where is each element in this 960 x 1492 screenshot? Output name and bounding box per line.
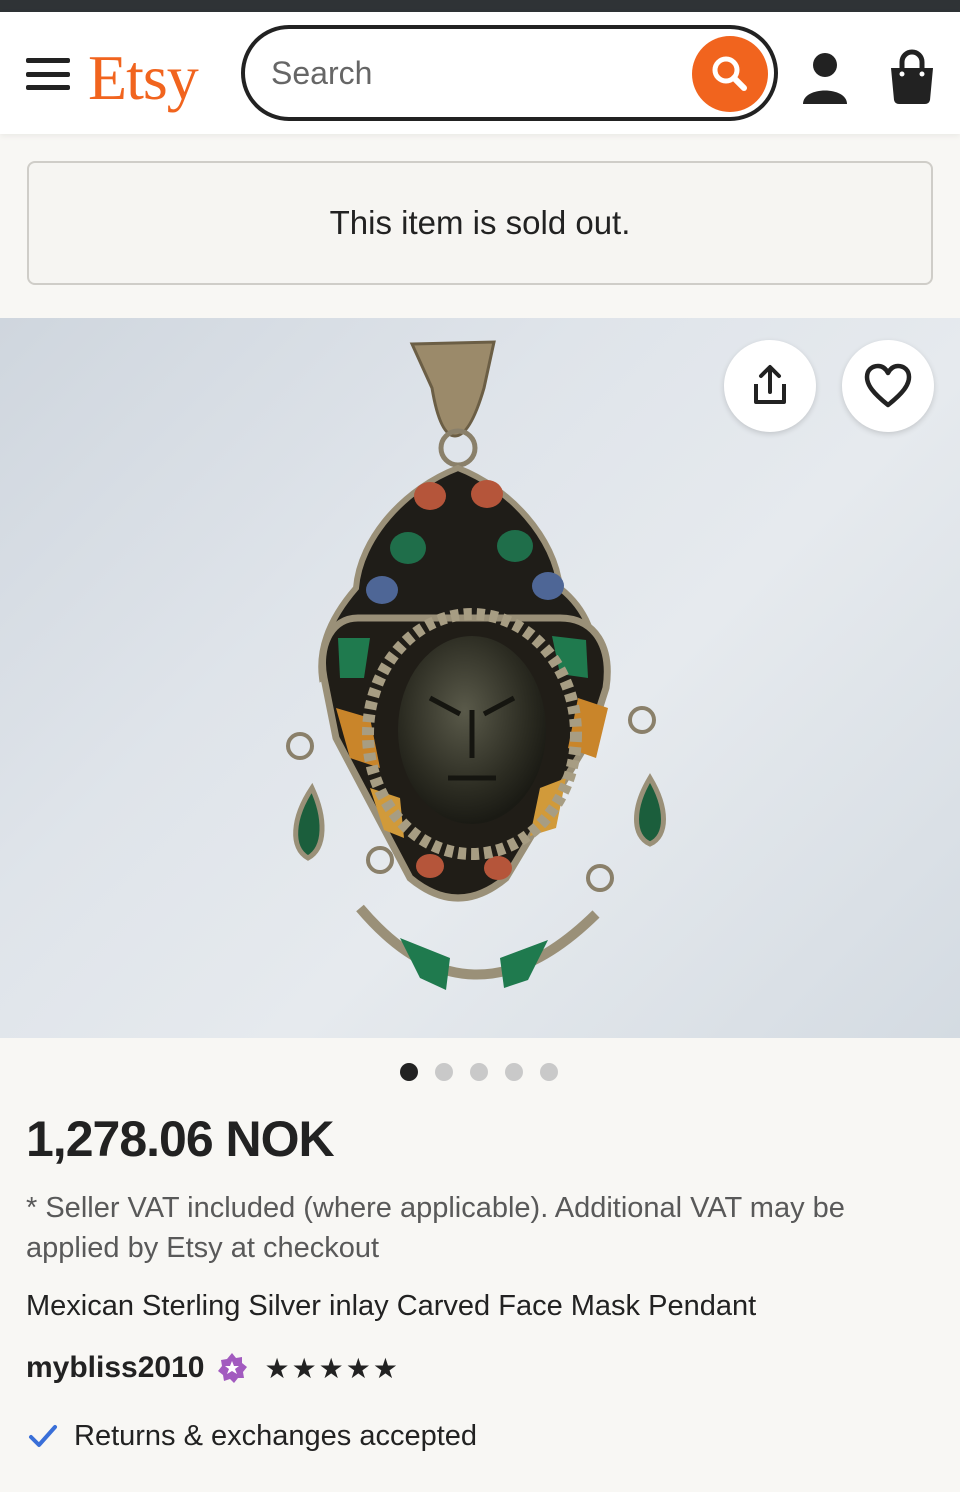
listing-title: Mexican Sterling Silver inlay Carved Fac… xyxy=(26,1290,757,1322)
star-seller-icon xyxy=(218,1353,248,1383)
pendant-product-image xyxy=(286,340,666,990)
search-button[interactable] xyxy=(692,36,768,112)
etsy-logo[interactable]: Etsy xyxy=(88,38,199,118)
gallery-dot-3[interactable] xyxy=(470,1063,488,1081)
seller-row: mybliss2010 ★★★★★ xyxy=(26,1346,400,1390)
heart-icon xyxy=(864,363,912,408)
share-icon xyxy=(754,365,786,404)
sold-out-notice: This item is sold out. xyxy=(27,161,933,285)
top-status-strip xyxy=(0,0,960,12)
gallery-dot-1[interactable] xyxy=(400,1063,418,1081)
product-image-gallery[interactable] xyxy=(0,318,960,1038)
search-bar xyxy=(241,25,778,121)
rating-stars[interactable]: ★★★★★ xyxy=(264,1352,400,1385)
gallery-dot-4[interactable] xyxy=(505,1063,523,1081)
favorite-button[interactable] xyxy=(842,340,934,432)
gallery-dot-5[interactable] xyxy=(540,1063,558,1081)
gallery-dot-2[interactable] xyxy=(435,1063,453,1081)
shopping-bag-icon[interactable] xyxy=(886,48,938,106)
gallery-pagination xyxy=(400,1062,560,1082)
check-icon xyxy=(29,1425,57,1447)
returns-policy-text: Returns & exchanges accepted xyxy=(74,1419,478,1452)
search-input[interactable] xyxy=(271,47,671,99)
search-icon xyxy=(712,56,747,91)
share-button[interactable] xyxy=(724,340,816,432)
menu-icon-bar xyxy=(26,85,70,90)
listing-price: 1,278.06 NOK xyxy=(26,1111,335,1167)
returns-row: Returns & exchanges accepted xyxy=(26,1414,477,1458)
user-icon[interactable] xyxy=(800,50,850,106)
site-header: Etsy xyxy=(0,12,960,134)
seller-name-link[interactable]: mybliss2010 xyxy=(26,1351,204,1385)
menu-icon-bar xyxy=(26,71,70,77)
vat-note: * Seller VAT included (where applicable)… xyxy=(26,1192,845,1264)
menu-button[interactable] xyxy=(24,52,72,96)
menu-icon-bar xyxy=(26,58,70,63)
